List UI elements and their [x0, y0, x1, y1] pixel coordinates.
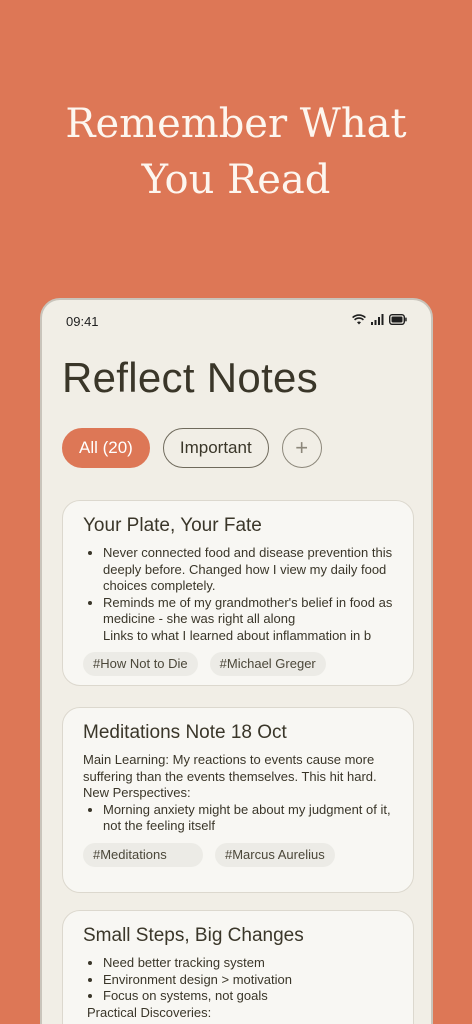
note-bullet: Need better tracking system — [103, 955, 393, 972]
note-tags: #How Not to Die #Michael Greger — [83, 652, 393, 676]
note-tags: #Meditations #Marcus Aurelius — [83, 842, 393, 867]
note-bullet: Environment design > motivation — [103, 972, 393, 989]
note-card[interactable]: Meditations Note 18 Oct Main Learning: M… — [62, 707, 414, 893]
note-title: Your Plate, Your Fate — [83, 515, 262, 536]
note-bullet: Morning anxiety might be about my judgme… — [103, 802, 393, 835]
note-bullet: Never connected food and disease prevent… — [103, 545, 393, 595]
note-bullets: Need better tracking system Environment … — [83, 955, 393, 1005]
headline-line-1: Remember What — [65, 101, 407, 147]
page-title: Reflect Notes — [62, 354, 319, 401]
wifi-icon — [352, 314, 366, 325]
note-bullets: Morning anxiety might be about my judgme… — [83, 802, 393, 835]
phone-screen: 09:41 Reflect Notes All (20) Important +… — [40, 298, 433, 1024]
filter-important-chip[interactable]: Important — [162, 428, 269, 468]
note-text: Practical Discoveries: — [87, 1004, 212, 1020]
note-card[interactable]: Small Steps, Big Changes Need better tra… — [62, 910, 414, 1024]
tag-chip[interactable]: #How Not to Die — [83, 652, 198, 676]
headline-line-2: You Read — [141, 157, 331, 203]
status-time: 09:41 — [66, 314, 99, 329]
note-title: Meditations Note 18 Oct — [83, 722, 287, 743]
note-bullet: Reminds me of my grandmother's belief in… — [103, 595, 393, 628]
note-card[interactable]: Your Plate, Your Fate Never connected fo… — [62, 500, 414, 686]
tag-chip[interactable]: #Michael Greger — [209, 652, 326, 676]
filter-all-chip[interactable]: All (20) — [62, 428, 150, 468]
plus-icon: + — [295, 435, 309, 460]
note-bullet: Focus on systems, not goals — [103, 988, 393, 1005]
note-title: Small Steps, Big Changes — [83, 925, 304, 946]
note-bullets: Never connected food and disease prevent… — [83, 545, 393, 644]
tag-chip[interactable]: #Meditations — [83, 842, 203, 867]
filter-bar: All (20) Important + — [62, 428, 322, 468]
note-text: New Perspectives: — [83, 785, 191, 800]
note-text: Main Learning: My reactions to events ca… — [83, 752, 377, 784]
headline: Remember What You Read — [0, 96, 472, 208]
note-bullet: Links to what I learned about inflammati… — [103, 628, 393, 645]
signal-icon — [371, 314, 384, 325]
status-bar: 09:41 — [42, 312, 431, 332]
battery-icon — [389, 314, 407, 325]
tag-chip[interactable]: #Marcus Aurelius — [215, 842, 335, 867]
add-filter-button[interactable]: + — [281, 428, 322, 468]
status-icons — [352, 314, 407, 325]
